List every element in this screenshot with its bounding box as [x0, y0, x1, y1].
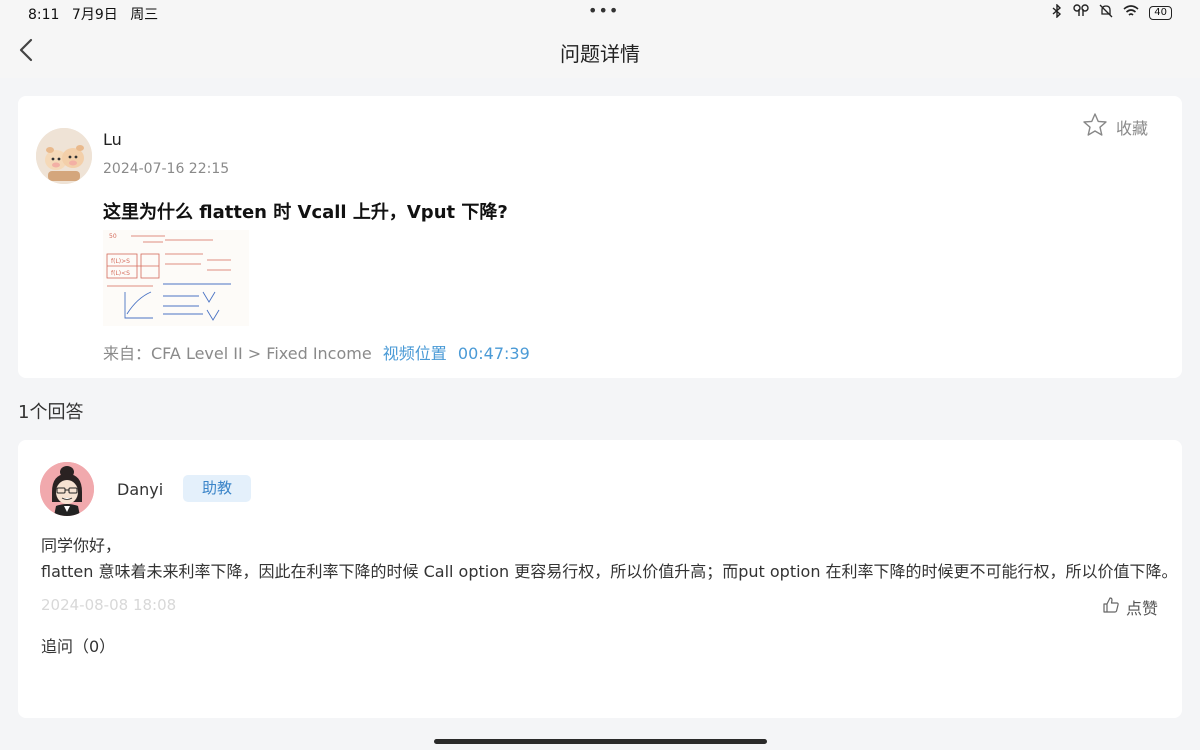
favorite-label: 收藏: [1115, 119, 1148, 138]
video-timestamp-link[interactable]: 00:47:39: [458, 344, 530, 363]
avatar[interactable]: [36, 128, 92, 184]
battery-icon: 40: [1149, 6, 1172, 20]
avatar[interactable]: [40, 462, 94, 516]
question-text: 这里为什么 flatten 时 Vcall 上升，Vput 下降?: [103, 202, 508, 223]
page-title: 问题详情: [560, 42, 640, 66]
like-label: 点赞: [1125, 599, 1158, 618]
status-left: 8:11 7月9日 周三: [28, 4, 166, 24]
question-card: Lu 2024-07-16 22:15 收藏 这里为什么 flatten 时 V…: [18, 96, 1182, 378]
answer-card: Danyi 助教 同学你好， flatten 意味着未来利率下降，因此在利率下降…: [18, 440, 1182, 718]
nav-bar: 问题详情: [0, 26, 1200, 78]
answer-text-line: 同学你好，: [41, 536, 122, 555]
follow-up-button[interactable]: 追问（0）: [41, 633, 115, 657]
status-icons: 40: [1051, 3, 1172, 22]
wifi-icon: [1123, 4, 1139, 22]
star-icon: [1082, 112, 1108, 142]
answer-text-line: flatten 意味着未来利率下降，因此在利率下降的时候 Call option…: [41, 562, 1178, 581]
status-time: 8:11: [28, 7, 60, 23]
answer-timestamp: 2024-08-08 18:08: [41, 596, 177, 614]
question-timestamp: 2024-07-16 22:15: [103, 161, 230, 177]
role-badge: 助教: [183, 475, 251, 502]
bluetooth-icon: [1051, 3, 1063, 22]
answers-count: 1个回答: [18, 402, 84, 423]
like-button[interactable]: 点赞: [1102, 595, 1158, 619]
svg-text:50: 50: [109, 233, 117, 240]
svg-text:f(L)<S: f(L)<S: [111, 270, 130, 277]
favorite-button[interactable]: 收藏: [1082, 112, 1148, 142]
answer-text: 同学你好， flatten 意味着未来利率下降，因此在利率下降的时候 Call …: [41, 533, 1178, 585]
status-bar: 8:11 7月9日 周三 ••• 40: [0, 0, 1200, 26]
status-weekday: 周三: [130, 7, 159, 23]
source-path: 来自：CFA Level II > Fixed Income: [103, 344, 372, 363]
answer-username: Danyi: [117, 480, 164, 499]
svg-text:f(L)>S: f(L)>S: [111, 258, 130, 265]
video-position-link[interactable]: 视频位置: [383, 344, 447, 363]
mute-bell-icon: [1099, 4, 1113, 22]
multitask-dots-icon[interactable]: •••: [588, 1, 619, 20]
thumbs-up-icon: [1102, 596, 1120, 618]
question-username: Lu: [103, 130, 122, 149]
home-indicator[interactable]: [434, 739, 767, 744]
question-source: 来自：CFA Level II > Fixed Income 视频位置 00:4…: [103, 340, 530, 364]
question-image-thumbnail[interactable]: 50 f(L)>S f(L)<S: [103, 230, 249, 326]
earbuds-icon: [1073, 4, 1089, 22]
status-date: 7月9日: [71, 7, 118, 23]
